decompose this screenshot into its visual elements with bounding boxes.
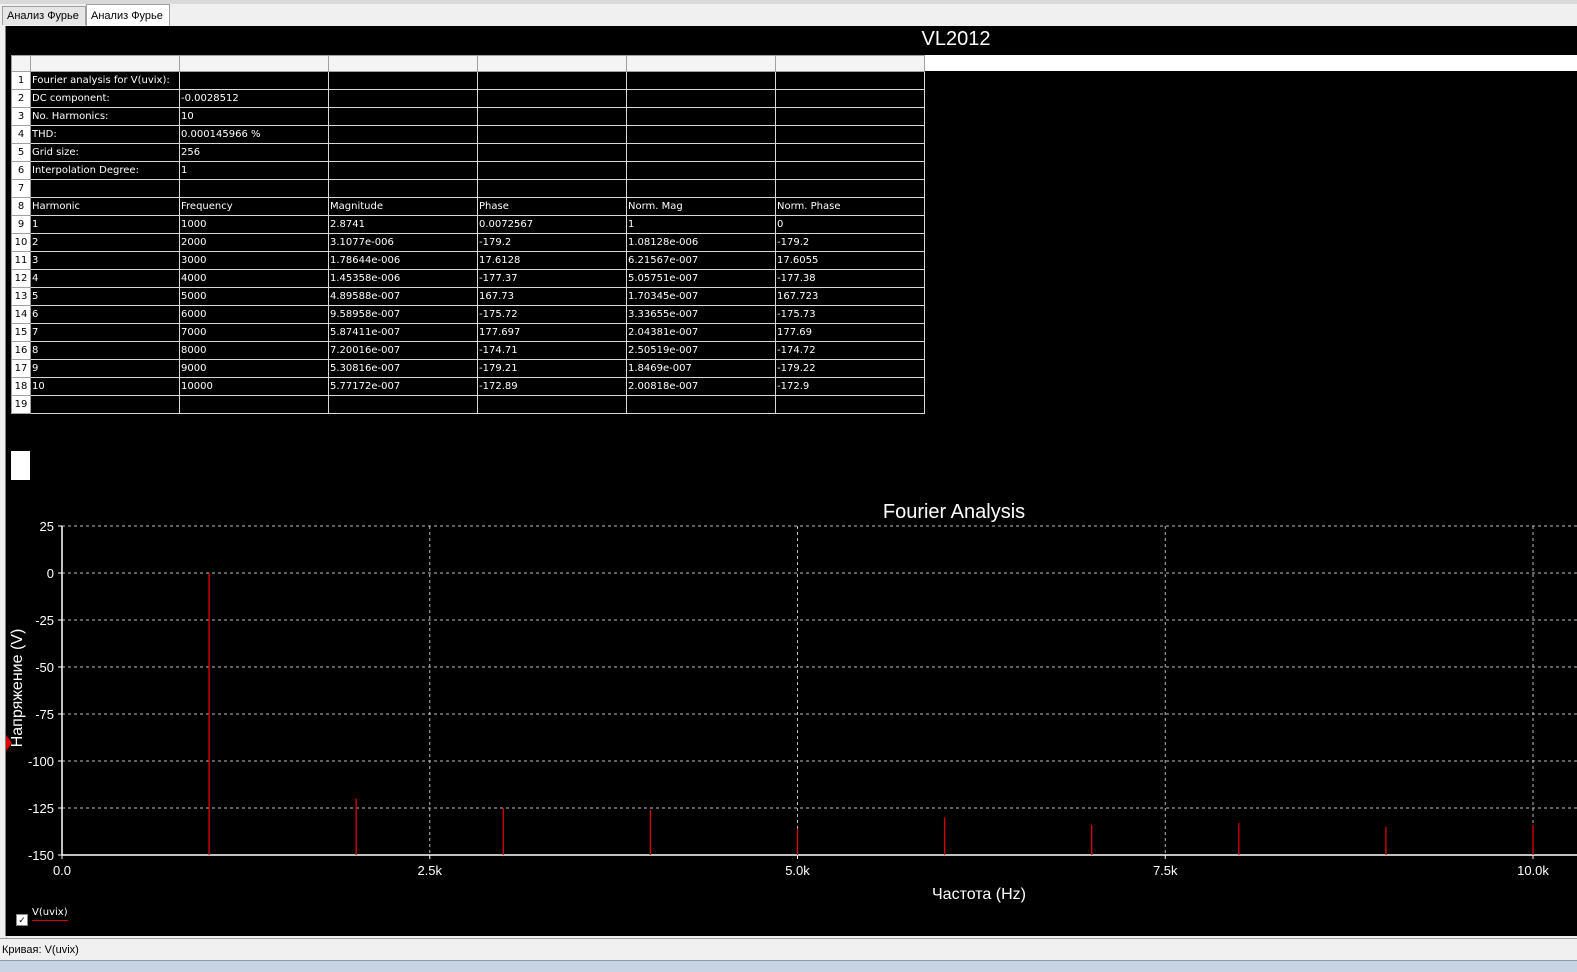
x-tick-label: 2.5k [417, 863, 442, 878]
fourier-chart[interactable]: Fourier Analysis 25 0 -25 -50 -75 -100 -125 -150… [6, 26, 1577, 936]
y-tick-label: -125 [28, 801, 54, 816]
y-tick-label: -100 [28, 754, 54, 769]
y-tick-label: 25 [40, 519, 54, 534]
legend-label: V(uvix) [32, 907, 68, 918]
y-tick-label: -50 [35, 660, 54, 675]
tab-bar: Анализ Фурье Анализ Фурье [0, 4, 1577, 26]
legend-checkbox[interactable]: ✓ [16, 914, 28, 926]
x-tick-label: 7.5k [1153, 863, 1178, 878]
legend-swatch [32, 920, 68, 921]
x-tick-label: 10.0k [1517, 863, 1549, 878]
x-axis-label: Частота (Hz) [932, 886, 1026, 903]
y-tick-label: -25 [35, 613, 54, 628]
y-tick-label: 0 [47, 566, 54, 581]
taskbar [0, 960, 1577, 972]
tab-fourier-1[interactable]: Анализ Фурье [2, 6, 86, 25]
chart-title: Fourier Analysis [883, 501, 1025, 523]
trace-marker-icon [6, 735, 12, 751]
x-tick-label: 5.0k [785, 863, 810, 878]
x-tick-label: 0.0 [53, 863, 71, 878]
y-tick-label: -150 [28, 848, 54, 863]
analysis-panel: VL2012 1 Fourier analysis for V(uvix): 2 DC… [5, 26, 1577, 949]
legend[interactable]: ✓ V(uvix) [10, 907, 70, 931]
tab-fourier-2[interactable]: Анализ Фурье [86, 4, 170, 26]
y-axis-label: Напряжение (V) [9, 629, 26, 748]
y-tick-label: -75 [35, 707, 54, 722]
status-bar: Кривая: V(uvix) [0, 938, 1577, 961]
